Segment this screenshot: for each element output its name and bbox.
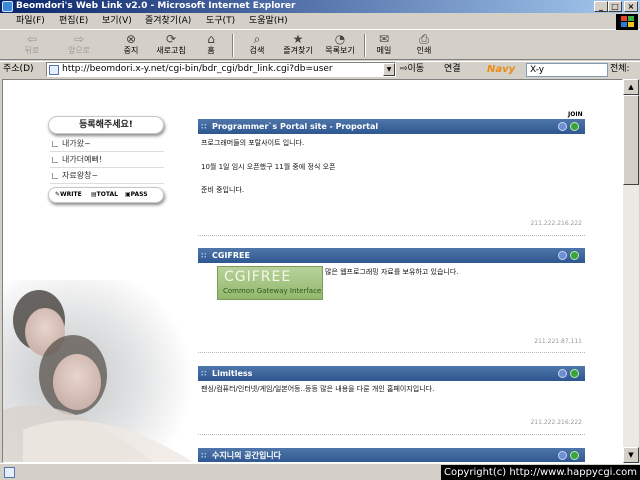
navy-logo: Navy xyxy=(487,64,516,75)
link-icon[interactable] xyxy=(570,451,579,460)
write-button[interactable]: ✎WRITE xyxy=(55,188,82,202)
maximize-button[interactable]: □ xyxy=(608,1,622,12)
minimize-button[interactable]: _ xyxy=(594,1,608,12)
address-input[interactable]: http://beomdori.x-y.net/cgi-bin/bdr_cgi/… xyxy=(46,62,396,77)
post-text: 프로그래머들의 포탈사이트 입니다. xyxy=(201,139,305,147)
address-dropdown-icon[interactable]: ▼ xyxy=(383,63,395,76)
post-title[interactable]: 수지니의 공간입니다 xyxy=(212,448,281,462)
search-icon: ⌕ xyxy=(253,32,261,46)
left-menu-item[interactable]: 자료왕창~ xyxy=(50,168,164,184)
cgifree-banner[interactable]: CGIFREE Common Gateway Interface xyxy=(217,266,323,300)
print-icon: ⎙ xyxy=(419,32,429,46)
post-ip: 211.222.216.222 xyxy=(530,419,582,426)
close-button[interactable]: × xyxy=(624,1,638,12)
post-header: ∷ CGIFREE xyxy=(198,248,585,263)
forward-arrow-icon: ⇨ xyxy=(73,32,85,46)
links-button[interactable]: 연결 xyxy=(444,63,461,76)
status-bar: Copyright(c) http://www.happycgi.com xyxy=(0,463,640,480)
tools-bar: ✎WRITE ▤TOTAL ▣PASS xyxy=(48,187,164,203)
scroll-up-icon[interactable]: ▲ xyxy=(623,79,639,95)
stop-icon: ⊗ xyxy=(125,32,137,46)
post-text: 준비 중입니다. xyxy=(201,186,245,194)
page-icon xyxy=(49,65,59,75)
post-text: 10월 1일 임시 오픈했구 11월 중에 정식 오픈 xyxy=(201,163,336,171)
stop-button[interactable]: ⊗ 중지 xyxy=(116,33,146,59)
post-text: 많은 웹프로그래밍 자료를 보유하고 있습니다. xyxy=(325,268,459,276)
link-icon[interactable] xyxy=(570,251,579,260)
back-arrow-icon: ⇦ xyxy=(26,32,38,46)
scroll-down-icon[interactable]: ▼ xyxy=(623,447,639,463)
menu-view[interactable]: 보기(V) xyxy=(102,15,132,27)
page-content: 등록해주세요! 내가왔~ 내가더예뻐! 자료왕창~ ✎WRITE ▤TOTAL … xyxy=(2,79,623,463)
post-text: 팬싱/컴퓨터/인터넷/게임/일본어등..등등 많은 내용을 다룬 개인 홈페이지… xyxy=(201,385,435,393)
post-title[interactable]: CGIFREE xyxy=(212,248,250,263)
menu-bar: 파일(F) 편집(E) 보기(V) 즐겨찾기(A) 도구(T) 도움말(H) xyxy=(0,13,640,30)
menu-file[interactable]: 파일(F) xyxy=(16,15,45,27)
post-header: ∷ Programmer`s Portal site - Proportal xyxy=(198,119,585,134)
mail-icon: ✉ xyxy=(378,32,390,46)
post-divider xyxy=(198,352,585,353)
edit-icon[interactable] xyxy=(558,122,567,131)
post-divider xyxy=(198,434,585,435)
grid-icon: ∷ xyxy=(201,369,207,378)
go-button[interactable]: ⇨이동 xyxy=(400,63,424,76)
copyright-text: Copyright(c) http://www.happycgi.com xyxy=(440,465,640,480)
toolbar: ⇦ 뒤로 ⇨ 앞으로 ⊗ 중지 ⟳ 새로고침 ⌂ 홈 ⌕ 검색 ★ 즐겨찾기 ◔… xyxy=(0,31,640,60)
post-ip: 211.221.87.111 xyxy=(534,338,582,345)
search-button[interactable]: ⌕ 검색 xyxy=(242,33,272,59)
menu-edit[interactable]: 편집(E) xyxy=(59,15,88,27)
home-button[interactable]: ⌂ 홈 xyxy=(198,33,224,59)
navy-search-button[interactable]: 전체: xyxy=(610,63,630,76)
address-url[interactable]: http://beomdori.x-y.net/cgi-bin/bdr_cgi/… xyxy=(62,63,333,76)
window-title: Beomdori's Web Link v2.0 - Microsoft Int… xyxy=(16,1,296,11)
post-divider xyxy=(198,235,585,236)
go-arrow-icon: ⇨ xyxy=(400,64,408,74)
post-header: ∷ 수지니의 공간입니다 xyxy=(198,448,585,462)
register-button[interactable]: 등록해주세요! xyxy=(48,116,164,134)
title-bar: Beomdori's Web Link v2.0 - Microsoft Int… xyxy=(0,0,640,13)
post-title[interactable]: Programmer`s Portal site - Proportal xyxy=(212,119,378,134)
left-menu-item[interactable]: 내가왔~ xyxy=(50,136,164,152)
toolbar-separator xyxy=(232,34,234,57)
post-title[interactable]: Limitless xyxy=(212,366,252,381)
grid-icon: ∷ xyxy=(201,451,207,460)
grid-icon: ∷ xyxy=(201,122,207,131)
menu-tools[interactable]: 도구(T) xyxy=(206,15,235,27)
print-button[interactable]: ⎙ 인쇄 xyxy=(410,33,438,59)
vertical-scrollbar[interactable]: ▲ ▼ xyxy=(623,79,639,463)
home-icon: ⌂ xyxy=(207,32,215,46)
navy-search-input[interactable]: X-y xyxy=(526,63,608,77)
address-label: 주소(D) xyxy=(3,64,34,74)
toolbar-separator xyxy=(364,34,366,57)
address-bar: 주소(D) http://beomdori.x-y.net/cgi-bin/bd… xyxy=(0,61,640,77)
history-button[interactable]: ◔ 목록보기 xyxy=(320,33,360,59)
edit-icon[interactable] xyxy=(558,451,567,460)
post-ip: 211.222.216.222 xyxy=(530,220,582,227)
menu-favorites[interactable]: 즐겨찾기(A) xyxy=(145,15,191,27)
join-link[interactable]: JOIN xyxy=(568,111,583,118)
edit-icon[interactable] xyxy=(558,369,567,378)
refresh-icon: ⟳ xyxy=(165,32,177,46)
history-icon: ◔ xyxy=(334,32,346,46)
ie-icon xyxy=(2,1,13,12)
couple-photo xyxy=(3,280,193,462)
pass-button[interactable]: ▣PASS xyxy=(125,188,148,202)
mail-button[interactable]: ✉ 메일 xyxy=(370,33,398,59)
scroll-thumb[interactable] xyxy=(623,95,639,185)
refresh-button[interactable]: ⟳ 새로고침 xyxy=(152,33,190,59)
edit-icon[interactable] xyxy=(558,251,567,260)
windows-logo xyxy=(616,14,638,30)
post-header: ∷ Limitless xyxy=(198,366,585,381)
link-icon[interactable] xyxy=(570,122,579,131)
favorites-icon: ★ xyxy=(292,32,304,46)
favorites-button[interactable]: ★ 즐겨찾기 xyxy=(278,33,318,59)
forward-button[interactable]: ⇨ 앞으로 xyxy=(58,33,100,59)
menu-help[interactable]: 도움말(H) xyxy=(249,15,288,27)
total-button[interactable]: ▤TOTAL xyxy=(91,188,118,202)
left-menu-item[interactable]: 내가더예뻐! xyxy=(50,152,164,168)
grid-icon: ∷ xyxy=(201,251,207,260)
page-status-icon xyxy=(4,467,15,478)
link-icon[interactable] xyxy=(570,369,579,378)
back-button[interactable]: ⇦ 뒤로 xyxy=(14,33,50,59)
